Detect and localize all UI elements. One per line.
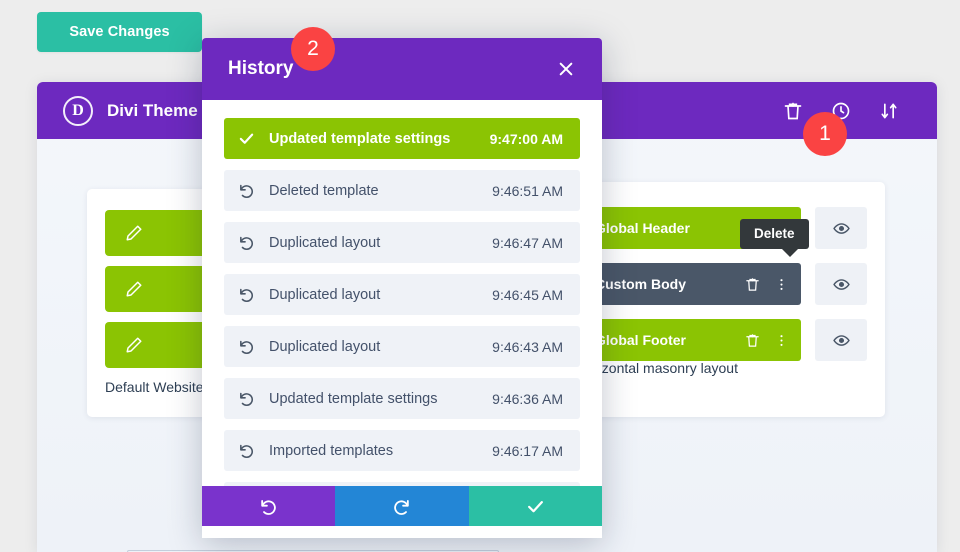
history-modal-title: History <box>228 58 294 79</box>
history-modal-header: History <box>202 38 602 100</box>
history-item-label: Updated template settings <box>269 390 438 407</box>
template-row-global-footer[interactable]: Global Footer <box>577 319 801 361</box>
undo-icon <box>240 184 254 198</box>
more-vertical-icon[interactable] <box>774 277 789 292</box>
template-row-custom-body[interactable]: Custom Body <box>577 263 801 305</box>
undo-icon <box>240 288 254 302</box>
confirm-button[interactable] <box>468 486 602 526</box>
template-row-actions <box>745 277 789 292</box>
eye-icon <box>832 222 850 234</box>
template-row-label: Custom Body <box>595 276 686 292</box>
step-badge-2: 2 <box>291 27 335 71</box>
check-icon <box>239 133 254 144</box>
delete-tooltip-label: Delete <box>754 226 795 241</box>
undo-icon <box>240 236 254 250</box>
template-row-actions <box>745 333 789 348</box>
history-item-time: 9:46:17 AM <box>492 442 563 459</box>
list-item[interactable]: Updated template settings 9:47:00 AM <box>224 118 580 159</box>
close-icon <box>559 62 573 76</box>
history-item-time: 9:47:00 AM <box>489 130 563 147</box>
redo-button[interactable] <box>335 486 469 526</box>
eye-icon <box>832 334 850 346</box>
trash-icon[interactable] <box>745 333 760 348</box>
delete-tooltip: Delete <box>740 219 809 257</box>
list-item[interactable]: Duplicated layout 9:46:47 AM <box>224 222 580 263</box>
history-item-label: Imported templates <box>269 442 394 459</box>
history-list[interactable]: Updated template settings 9:47:00 AM Del… <box>202 100 602 538</box>
builder-header-actions <box>783 101 899 121</box>
history-item-label: Duplicated layout <box>269 338 381 355</box>
save-changes-label: Save Changes <box>69 24 170 40</box>
trash-icon[interactable] <box>783 101 803 121</box>
list-item[interactable]: Duplicated layout 9:46:45 AM <box>224 274 580 315</box>
close-button[interactable] <box>554 57 578 81</box>
check-icon <box>527 500 543 512</box>
more-vertical-icon[interactable] <box>774 333 789 348</box>
step-badge-1-label: 1 <box>819 122 831 145</box>
history-modal: History Updated template settings 9:47:0… <box>202 38 602 538</box>
divi-logo-icon: D <box>63 95 93 126</box>
list-item[interactable]: Deleted template 9:46:51 AM <box>224 170 580 211</box>
pencil-icon <box>126 225 142 241</box>
history-item-time: 9:46:47 AM <box>492 234 563 251</box>
undo-icon <box>240 392 254 406</box>
sort-icon[interactable] <box>879 101 899 121</box>
template-row-label: Global Footer <box>595 332 686 348</box>
redo-icon <box>394 499 410 515</box>
template-row-label: Global Header <box>595 220 690 236</box>
undo-icon <box>261 499 276 515</box>
visibility-toggle-global-footer[interactable] <box>815 319 867 361</box>
undo-button[interactable] <box>202 486 336 526</box>
undo-icon <box>240 444 254 458</box>
history-modal-footer <box>202 486 602 526</box>
divi-logo-letter: D <box>72 101 84 119</box>
history-item-label: Deleted template <box>269 182 379 199</box>
save-changes-button[interactable]: Save Changes <box>37 12 202 52</box>
pencil-icon <box>126 337 142 353</box>
history-item-label: Duplicated layout <box>269 286 381 303</box>
template-rows-card: Global Header Custom Body Global Footer … <box>559 182 885 417</box>
eye-icon <box>832 278 850 290</box>
list-item[interactable]: Updated template settings 9:46:36 AM <box>224 378 580 419</box>
list-item[interactable]: Duplicated layout 9:46:43 AM <box>224 326 580 367</box>
step-badge-1: 1 <box>803 112 847 156</box>
history-item-time: 9:46:45 AM <box>492 286 563 303</box>
history-item-time: 9:46:43 AM <box>492 338 563 355</box>
template-card-caption: ge horizontal masonry layout <box>559 360 738 376</box>
pencil-icon <box>126 281 142 297</box>
history-item-label: Duplicated layout <box>269 234 381 251</box>
undo-icon <box>240 340 254 354</box>
step-badge-2-label: 2 <box>307 37 319 60</box>
visibility-toggle-custom-body[interactable] <box>815 263 867 305</box>
history-item-label: Updated template settings <box>269 130 451 147</box>
trash-icon[interactable] <box>745 277 760 292</box>
list-item[interactable]: Imported templates 9:46:17 AM <box>224 430 580 471</box>
history-item-time: 9:46:51 AM <box>492 182 563 199</box>
history-item-time: 9:46:36 AM <box>492 390 563 407</box>
visibility-toggle-global-header[interactable] <box>815 207 867 249</box>
